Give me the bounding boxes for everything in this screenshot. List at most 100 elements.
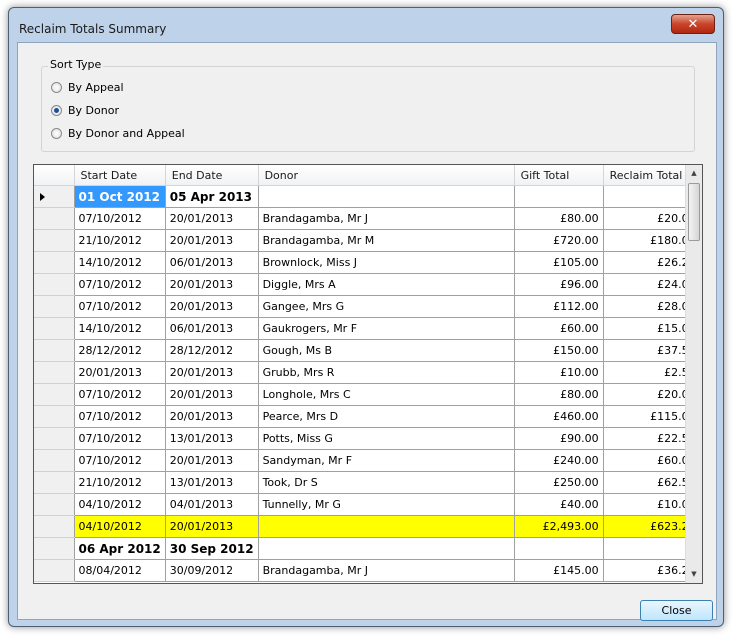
scroll-down-icon[interactable]: ▼ xyxy=(686,566,702,583)
cell-end-date[interactable]: 20/01/2013 xyxy=(165,449,259,472)
cell-donor[interactable]: Gangee, Mrs G xyxy=(258,295,515,318)
cell-donor[interactable]: Potts, Miss G xyxy=(258,427,515,450)
row-header-cell[interactable] xyxy=(34,207,75,230)
table-row[interactable]: 07/10/2012 20/01/2013 Diggle, Mrs A £96.00 £… xyxy=(34,273,701,296)
cell-gift-total[interactable]: £105.00 xyxy=(514,251,604,274)
cell-end-date[interactable]: 28/12/2012 xyxy=(165,339,259,362)
cell-gift-total[interactable]: £150.00 xyxy=(514,339,604,362)
cell-end-date[interactable]: 20/01/2013 xyxy=(165,295,259,318)
table-row[interactable]: 07/10/2012 20/01/2013 Pearce, Mrs D £460.00… xyxy=(34,405,701,428)
table-row[interactable]: 07/10/2012 20/01/2013 Gangee, Mrs G £112.00… xyxy=(34,295,701,318)
cell-start-date[interactable]: 21/10/2012 xyxy=(74,229,166,252)
scrollbar-thumb[interactable] xyxy=(688,183,700,241)
cell-donor[interactable]: Brandagamba, Mr M xyxy=(258,229,515,252)
cell-end-date[interactable]: 13/01/2013 xyxy=(165,427,259,450)
cell-gift-total[interactable]: £2,493.00 xyxy=(514,515,604,538)
cell-start-date[interactable]: 01 Oct 2012 xyxy=(74,185,166,208)
cell-donor[interactable]: Pearce, Mrs D xyxy=(258,405,515,428)
cell-start-date[interactable]: 07/10/2012 xyxy=(74,427,166,450)
cell-end-date[interactable]: 20/01/2013 xyxy=(165,273,259,296)
row-header-cell[interactable] xyxy=(34,361,75,384)
row-header-cell[interactable] xyxy=(34,273,75,296)
row-header-cell[interactable] xyxy=(34,383,75,406)
cell-donor[interactable]: Longhole, Mrs C xyxy=(258,383,515,406)
cell-donor[interactable]: Took, Dr S xyxy=(258,471,515,494)
cell-donor[interactable]: Sandyman, Mr F xyxy=(258,449,515,472)
group-row[interactable]: 06 Apr 2012 30 Sep 2012 xyxy=(34,537,701,560)
table-row[interactable]: 07/10/2012 20/01/2013 Sandyman, Mr F £240.0… xyxy=(34,449,701,472)
cell-donor[interactable]: Brownlock, Miss J xyxy=(258,251,515,274)
table-row[interactable]: 07/10/2012 20/01/2013 Longhole, Mrs C £80.0… xyxy=(34,383,701,406)
table-row[interactable]: 21/10/2012 20/01/2013 Brandagamba, Mr M £72… xyxy=(34,229,701,252)
radio-by-donor[interactable]: By Donor xyxy=(51,102,119,118)
column-header-gift-total[interactable]: Gift Total xyxy=(514,165,604,186)
row-header-cell[interactable] xyxy=(34,251,75,274)
column-header-donor[interactable]: Donor xyxy=(258,165,515,186)
cell-gift-total[interactable]: £112.00 xyxy=(514,295,604,318)
cell-end-date[interactable]: 20/01/2013 xyxy=(165,515,259,538)
column-header-end-date[interactable]: End Date xyxy=(165,165,259,186)
cell-gift-total[interactable]: £460.00 xyxy=(514,405,604,428)
row-header-cell[interactable] xyxy=(34,339,75,362)
cell-start-date[interactable]: 04/10/2012 xyxy=(74,493,166,516)
cell-end-date[interactable]: 30/09/2012 xyxy=(165,559,259,582)
cell-end-date[interactable]: 06/01/2013 xyxy=(165,251,259,274)
radio-by-appeal[interactable]: By Appeal xyxy=(51,79,124,95)
cell-gift-total[interactable]: £90.00 xyxy=(514,427,604,450)
cell-end-date[interactable]: 30 Sep 2012 xyxy=(165,537,259,560)
cell-start-date[interactable]: 07/10/2012 xyxy=(74,273,166,296)
table-row[interactable]: 28/12/2012 28/12/2012 Gough, Ms B £150.00 £3… xyxy=(34,339,701,362)
cell-start-date[interactable]: 14/10/2012 xyxy=(74,317,166,340)
cell-gift-total[interactable]: £80.00 xyxy=(514,207,604,230)
cell-end-date[interactable]: 20/01/2013 xyxy=(165,361,259,384)
radio-by-donor-icon[interactable] xyxy=(51,104,62,116)
title-bar[interactable]: Reclaim Totals Summary ✕ xyxy=(9,8,723,44)
cell-start-date[interactable]: 07/10/2012 xyxy=(74,405,166,428)
window-close-icon[interactable]: ✕ xyxy=(671,14,715,34)
table-row[interactable]: 07/10/2012 20/01/2013 Brandagamba, Mr J £80… xyxy=(34,207,701,230)
column-header-start-date[interactable]: Start Date xyxy=(74,165,166,186)
row-header-cell[interactable] xyxy=(34,493,75,516)
vertical-scrollbar[interactable]: ▲ ▼ xyxy=(685,165,702,583)
table-row[interactable]: 08/04/2012 30/09/2012 Brandagamba, Mr J £14… xyxy=(34,559,701,582)
table-row[interactable]: 21/10/2012 13/01/2013 Took, Dr S £250.00 £62… xyxy=(34,471,701,494)
cell-donor[interactable]: Gaukrogers, Mr F xyxy=(258,317,515,340)
cell-gift-total[interactable]: £240.00 xyxy=(514,449,604,472)
cell-donor[interactable]: Gough, Ms B xyxy=(258,339,515,362)
cell-start-date[interactable]: 28/12/2012 xyxy=(74,339,166,362)
cell-gift-total[interactable]: £40.00 xyxy=(514,493,604,516)
group-row[interactable]: 01 Oct 2012 05 Apr 2013 xyxy=(34,185,701,208)
cell-gift-total[interactable]: £96.00 xyxy=(514,273,604,296)
table-row[interactable]: 14/10/2012 06/01/2013 Brownlock, Miss J £10… xyxy=(34,251,701,274)
total-row[interactable]: 04/10/2012 20/01/2013 £2,493.00 £623.25 xyxy=(34,515,701,538)
row-header-cell[interactable] xyxy=(34,449,75,472)
cell-gift-total[interactable] xyxy=(514,537,604,560)
cell-donor[interactable]: Grubb, Mrs R xyxy=(258,361,515,384)
cell-donor[interactable]: Tunnelly, Mr G xyxy=(258,493,515,516)
row-header-cell[interactable] xyxy=(34,427,75,450)
cell-gift-total[interactable] xyxy=(514,185,604,208)
radio-by-donor-and-appeal-label[interactable]: By Donor and Appeal xyxy=(68,127,185,140)
row-header-cell[interactable] xyxy=(34,317,75,340)
cell-start-date[interactable]: 06 Apr 2012 xyxy=(74,537,166,560)
cell-start-date[interactable]: 07/10/2012 xyxy=(74,449,166,472)
row-header-cell[interactable] xyxy=(34,515,75,538)
cell-start-date[interactable]: 04/10/2012 xyxy=(74,515,166,538)
cell-donor[interactable]: Brandagamba, Mr J xyxy=(258,559,515,582)
radio-by-donor-label[interactable]: By Donor xyxy=(68,104,119,117)
cell-end-date[interactable]: 20/01/2013 xyxy=(165,383,259,406)
radio-by-donor-and-appeal-icon[interactable] xyxy=(51,127,62,139)
cell-gift-total[interactable]: £145.00 xyxy=(514,559,604,582)
cell-gift-total[interactable]: £80.00 xyxy=(514,383,604,406)
cell-gift-total[interactable]: £60.00 xyxy=(514,317,604,340)
table-row[interactable]: 04/10/2012 04/01/2013 Tunnelly, Mr G £40.00… xyxy=(34,493,701,516)
cell-gift-total[interactable]: £10.00 xyxy=(514,361,604,384)
cell-start-date[interactable]: 20/01/2013 xyxy=(74,361,166,384)
cell-donor[interactable] xyxy=(258,185,515,208)
cell-end-date[interactable]: 20/01/2013 xyxy=(165,207,259,230)
cell-donor[interactable]: Diggle, Mrs A xyxy=(258,273,515,296)
cell-donor[interactable] xyxy=(258,515,515,538)
table-row[interactable]: 14/10/2012 06/01/2013 Gaukrogers, Mr F £60.… xyxy=(34,317,701,340)
cell-end-date[interactable]: 13/01/2013 xyxy=(165,471,259,494)
cell-start-date[interactable]: 07/10/2012 xyxy=(74,207,166,230)
